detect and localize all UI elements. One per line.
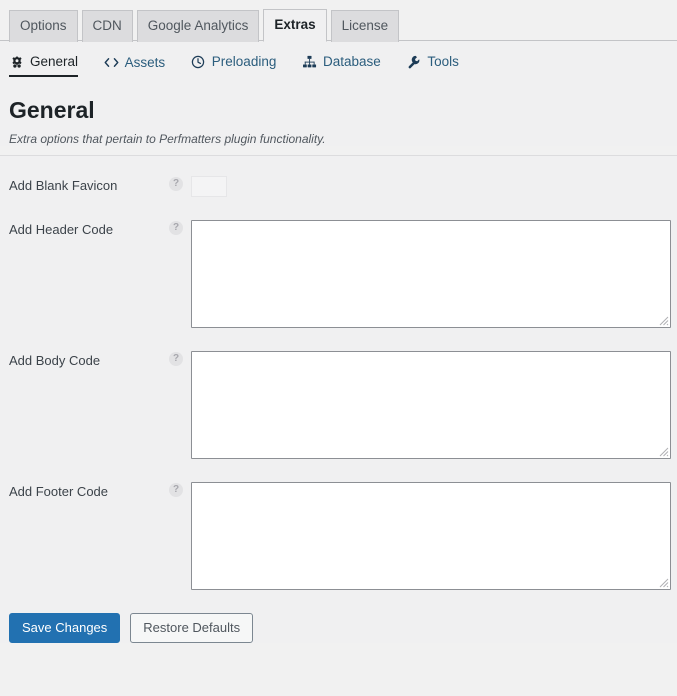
option-label-add-footer-code: Add Footer Code — [9, 483, 109, 499]
tab-google-analytics[interactable]: Google Analytics — [136, 10, 260, 42]
body-code-wrap — [191, 350, 671, 459]
subnav-label-preloading: Preloading — [211, 54, 277, 69]
tab-license[interactable]: License — [330, 10, 400, 42]
option-label-add-blank-favicon: Add Blank Favicon — [9, 177, 118, 193]
footer-code-textarea[interactable] — [191, 481, 671, 590]
option-help-wrap-add-body-code: ? — [169, 351, 191, 366]
tab-extras[interactable]: Extras — [263, 9, 327, 42]
subnav-item-tools[interactable]: Tools — [406, 54, 459, 77]
option-help-wrap-add-footer-code: ? — [169, 482, 191, 497]
option-control-add-body-code — [191, 350, 671, 462]
subnav-label-general: General — [30, 54, 79, 69]
restore-defaults-button[interactable]: Restore Defaults — [130, 612, 254, 643]
subnav-item-preloading[interactable]: Preloading — [191, 54, 277, 77]
option-row-add-header-code: Add Header Code ? — [9, 200, 671, 331]
help-icon[interactable]: ? — [169, 351, 183, 366]
option-control-add-header-code — [191, 219, 671, 331]
code-icon — [104, 55, 119, 70]
option-row-add-body-code: Add Body Code ? — [9, 331, 671, 462]
form-actions: Save Changes Restore Defaults — [0, 592, 677, 643]
clock-icon — [191, 54, 206, 69]
option-label-add-body-code: Add Body Code — [9, 352, 101, 368]
option-control-add-footer-code — [191, 481, 671, 593]
page-header: General Extra options that pertain to Pe… — [0, 78, 677, 146]
primary-tab-bar: Options CDN Google Analytics Extras License — [0, 0, 677, 42]
subnav-item-general[interactable]: General — [9, 54, 79, 77]
sitemap-icon — [302, 54, 317, 69]
toggle-add-blank-favicon[interactable] — [191, 175, 227, 197]
option-row-add-blank-favicon: Add Blank Favicon ? — [9, 156, 668, 200]
help-icon[interactable]: ? — [169, 176, 183, 191]
option-label-add-header-code: Add Header Code — [9, 221, 114, 237]
wrench-icon — [406, 54, 421, 69]
option-help-wrap-add-header-code: ? — [169, 220, 191, 235]
footer-code-wrap — [191, 481, 671, 590]
option-row-add-footer-code: Add Footer Code ? — [9, 462, 671, 593]
page-title: General — [9, 97, 95, 123]
subnav-label-database: Database — [322, 54, 381, 69]
subnav-item-database[interactable]: Database — [302, 54, 381, 77]
option-help-wrap-add-blank-favicon: ? — [169, 176, 191, 191]
header-code-wrap — [191, 219, 671, 328]
help-icon[interactable]: ? — [169, 220, 183, 235]
options-list: Add Blank Favicon ? Add Header Code ? Ad… — [0, 155, 677, 593]
subnav-label-assets: Assets — [124, 54, 166, 70]
body-code-textarea[interactable] — [191, 350, 671, 459]
option-control-add-blank-favicon — [191, 175, 668, 200]
tab-options[interactable]: Options — [9, 10, 78, 42]
subnav-label-tools: Tools — [427, 54, 459, 69]
save-changes-button[interactable]: Save Changes — [9, 612, 121, 643]
sub-navigation: General Assets Preloading Database Tools — [0, 41, 677, 78]
header-code-textarea[interactable] — [191, 219, 671, 328]
subnav-item-assets[interactable]: Assets — [104, 54, 166, 78]
tab-cdn[interactable]: CDN — [81, 10, 133, 42]
page-description: Extra options that pertain to Perfmatter… — [9, 131, 326, 146]
help-icon[interactable]: ? — [169, 482, 183, 497]
gear-icon — [9, 54, 24, 69]
